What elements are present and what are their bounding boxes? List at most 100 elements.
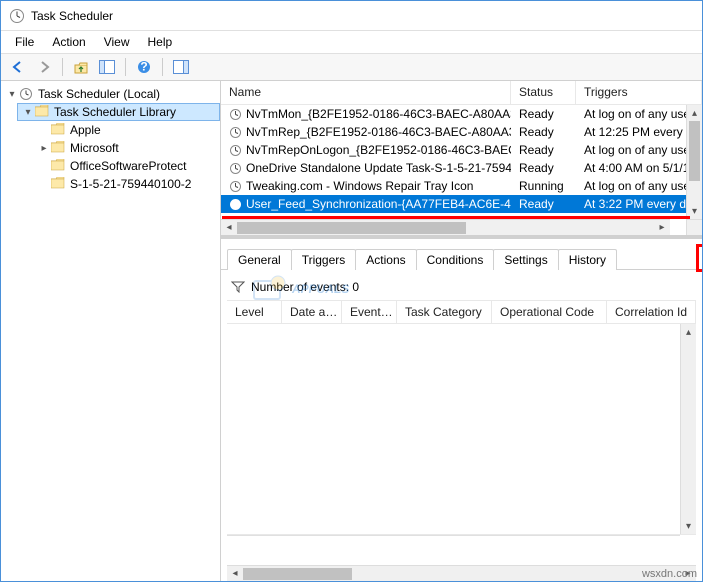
clock-icon xyxy=(229,162,242,175)
table-row[interactable]: NvTmRep_{B2FE1952-0186-46C3-BAEC-A80AA35… xyxy=(221,123,686,141)
horizontal-scrollbar[interactable]: ◂ ▸ xyxy=(227,565,696,581)
tree-root[interactable]: ▾ Task Scheduler (Local) xyxy=(1,85,220,103)
task-trigger: At 4:00 AM on 5/1/19 xyxy=(576,161,686,175)
tree-node-microsoft[interactable]: ▸ Microsoft xyxy=(33,139,220,157)
up-button[interactable] xyxy=(70,56,92,78)
main-area: ▾ Task Scheduler (Local) ▾ Task Schedule… xyxy=(1,81,702,581)
col-name[interactable]: Name xyxy=(221,81,511,104)
tabs: General Triggers Actions Conditions Sett… xyxy=(221,249,702,270)
task-name: User_Feed_Synchronization-{AA77FEB4-AC6E… xyxy=(246,197,511,211)
tab-triggers[interactable]: Triggers xyxy=(291,249,357,270)
events-body: ▴ ▾ xyxy=(227,324,696,535)
task-name: NvTmRep_{B2FE1952-0186-46C3-BAEC-A80AA35… xyxy=(246,125,511,139)
task-name: Tweaking.com - Windows Repair Tray Icon xyxy=(246,179,473,193)
details-panel: General Triggers Actions Conditions Sett… xyxy=(221,239,702,581)
tab-conditions[interactable]: Conditions xyxy=(416,249,495,270)
table-row[interactable]: User_Feed_Synchronization-{AA77FEB4-AC6E… xyxy=(221,195,686,213)
task-name: NvTmMon_{B2FE1952-0186-46C3-BAEC-A80AA35… xyxy=(246,107,511,121)
col-triggers[interactable]: Triggers xyxy=(576,81,702,104)
menu-file[interactable]: File xyxy=(7,33,42,51)
highlight-annotation xyxy=(222,216,690,219)
scroll-left-arrow[interactable]: ◂ xyxy=(221,222,237,233)
task-status: Ready xyxy=(511,197,576,211)
task-trigger: At log on of any user xyxy=(576,143,686,157)
menu-view[interactable]: View xyxy=(96,33,138,51)
table-row[interactable]: OneDrive Standalone Update Task-S-1-5-21… xyxy=(221,159,686,177)
folder-icon xyxy=(51,177,67,191)
task-name: NvTmRepOnLogon_{B2FE1952-0186-46C3-BAEC-… xyxy=(246,143,511,157)
app-icon xyxy=(9,8,25,24)
tree-node-label: Microsoft xyxy=(70,141,119,155)
scroll-down-arrow[interactable]: ▾ xyxy=(681,518,696,534)
vertical-scrollbar[interactable]: ▴ ▾ xyxy=(686,105,702,219)
tree-node-sid[interactable]: S-1-5-21-759440100-2 xyxy=(47,175,220,193)
scroll-right-arrow[interactable]: ▸ xyxy=(654,222,670,233)
folder-icon xyxy=(51,159,67,173)
show-hide-console-tree-button[interactable] xyxy=(96,56,118,78)
help-button[interactable]: ? xyxy=(133,56,155,78)
tab-settings[interactable]: Settings xyxy=(493,249,558,270)
col-event[interactable]: Event… xyxy=(342,301,397,323)
tab-history[interactable]: History xyxy=(558,249,617,270)
scroll-down-arrow[interactable]: ▾ xyxy=(687,203,702,219)
task-trigger: At 12:25 PM every da xyxy=(576,125,686,139)
right-panel: Name Status Triggers NvTmMon_{B2FE1952-0… xyxy=(221,81,702,581)
toolbar-separator xyxy=(62,58,63,76)
tree-panel: ▾ Task Scheduler (Local) ▾ Task Schedule… xyxy=(1,81,221,581)
col-date[interactable]: Date a… xyxy=(282,301,342,323)
col-level[interactable]: Level xyxy=(227,301,282,323)
clock-icon xyxy=(229,126,242,139)
col-correlation[interactable]: Correlation Id xyxy=(607,301,696,323)
tab-content-history: Number of events: 0 Level Date a… Event…… xyxy=(221,269,702,581)
task-status: Ready xyxy=(511,107,576,121)
toolbar: ? xyxy=(1,53,702,81)
tree-library-label: Task Scheduler Library xyxy=(54,105,176,119)
task-grid-body: NvTmMon_{B2FE1952-0186-46C3-BAEC-A80AA35… xyxy=(221,105,702,219)
window-title: Task Scheduler xyxy=(31,9,113,23)
tree-twisty[interactable]: ▾ xyxy=(5,89,19,100)
col-status[interactable]: Status xyxy=(511,81,576,104)
menu-action[interactable]: Action xyxy=(44,33,93,51)
tree-twisty[interactable]: ▸ xyxy=(37,143,51,154)
tree-node-label: OfficeSoftwareProtect xyxy=(70,159,187,173)
menu-help[interactable]: Help xyxy=(140,33,181,51)
clock-icon xyxy=(229,180,242,193)
table-row[interactable]: NvTmRepOnLogon_{B2FE1952-0186-46C3-BAEC-… xyxy=(221,141,686,159)
col-opcode[interactable]: Operational Code xyxy=(492,301,607,323)
table-row[interactable]: NvTmMon_{B2FE1952-0186-46C3-BAEC-A80AA35… xyxy=(221,105,686,123)
tree-node-office[interactable]: OfficeSoftwareProtect xyxy=(47,157,220,175)
table-row[interactable]: Tweaking.com - Windows Repair Tray Icon R… xyxy=(221,177,686,195)
forward-button[interactable] xyxy=(33,56,55,78)
tree-twisty[interactable]: ▾ xyxy=(21,107,35,118)
tree-root-label: Task Scheduler (Local) xyxy=(38,87,160,101)
tree-node-apple[interactable]: Apple xyxy=(47,121,220,139)
tree-library[interactable]: ▾ Task Scheduler Library xyxy=(17,103,220,121)
menubar: File Action View Help xyxy=(1,31,702,53)
toolbar-separator-2 xyxy=(125,58,126,76)
filter-icon[interactable] xyxy=(231,281,245,293)
task-status: Running xyxy=(511,179,576,193)
task-trigger: At log on of any user xyxy=(576,107,686,121)
task-status: Ready xyxy=(511,125,576,139)
scroll-thumb[interactable] xyxy=(689,121,700,181)
task-trigger: At 3:22 PM every day xyxy=(576,197,686,211)
show-hide-action-pane-button[interactable] xyxy=(170,56,192,78)
col-category[interactable]: Task Category xyxy=(397,301,492,323)
task-status: Ready xyxy=(511,143,576,157)
scroll-up-arrow[interactable]: ▴ xyxy=(681,324,696,340)
tree-node-label: Apple xyxy=(70,123,101,137)
tab-actions[interactable]: Actions xyxy=(355,249,416,270)
vertical-scrollbar[interactable]: ▴ ▾ xyxy=(680,324,696,534)
tab-general[interactable]: General xyxy=(227,249,292,270)
back-button[interactable] xyxy=(7,56,29,78)
scroll-left-arrow[interactable]: ◂ xyxy=(227,568,243,579)
events-count-label: Number of events: 0 xyxy=(251,280,359,294)
task-grid-header: Name Status Triggers xyxy=(221,81,702,105)
clock-icon xyxy=(229,144,242,157)
scroll-up-arrow[interactable]: ▴ xyxy=(687,105,702,121)
toolbar-separator-3 xyxy=(162,58,163,76)
filter-bar: Number of events: 0 xyxy=(227,278,696,296)
horizontal-scrollbar[interactable]: ◂ ▸ xyxy=(221,219,670,235)
folder-icon xyxy=(51,123,67,137)
task-name: OneDrive Standalone Update Task-S-1-5-21… xyxy=(246,161,511,175)
